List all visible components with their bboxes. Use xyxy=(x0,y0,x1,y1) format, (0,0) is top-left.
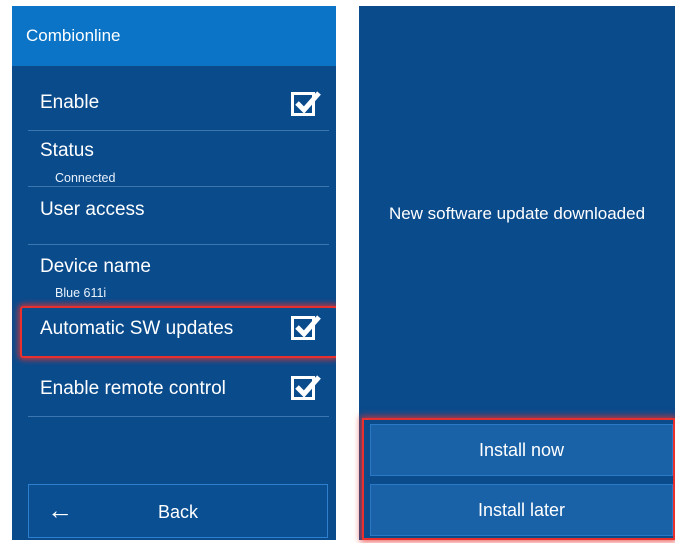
panel-title: Combionline xyxy=(26,26,121,45)
back-button[interactable]: ← Back xyxy=(28,484,328,538)
enable-checkbox[interactable] xyxy=(291,91,321,116)
install-buttons-highlight: Install now Install later xyxy=(362,418,675,540)
update-message: New software update downloaded xyxy=(388,204,646,223)
remote-control-row[interactable]: Enable remote control xyxy=(28,356,329,417)
enable-label: Enable xyxy=(40,92,100,113)
panel-header: Combionline xyxy=(12,6,336,66)
device-name-label: Device name xyxy=(40,256,151,277)
device-name-row[interactable]: Device name Blue 611i xyxy=(28,244,329,302)
install-now-button[interactable]: Install now xyxy=(370,424,673,476)
highlight-frame xyxy=(20,306,336,358)
status-value: Connected xyxy=(55,171,116,185)
status-row[interactable]: Status Connected xyxy=(28,130,329,187)
checkmark-icon xyxy=(295,91,321,114)
user-access-label: User access xyxy=(40,199,145,220)
remote-control-label: Enable remote control xyxy=(40,378,226,399)
back-label: Back xyxy=(157,502,199,522)
settings-panel: Combionline Enable Status Connected User… xyxy=(12,6,336,540)
status-label: Status xyxy=(40,140,94,161)
enable-row[interactable]: Enable xyxy=(28,70,329,131)
install-later-button[interactable]: Install later xyxy=(370,484,673,536)
checkmark-icon xyxy=(295,375,321,398)
remote-control-checkbox[interactable] xyxy=(291,375,321,400)
device-name-value: Blue 611i xyxy=(55,286,107,300)
user-access-row[interactable]: User access xyxy=(28,186,329,245)
